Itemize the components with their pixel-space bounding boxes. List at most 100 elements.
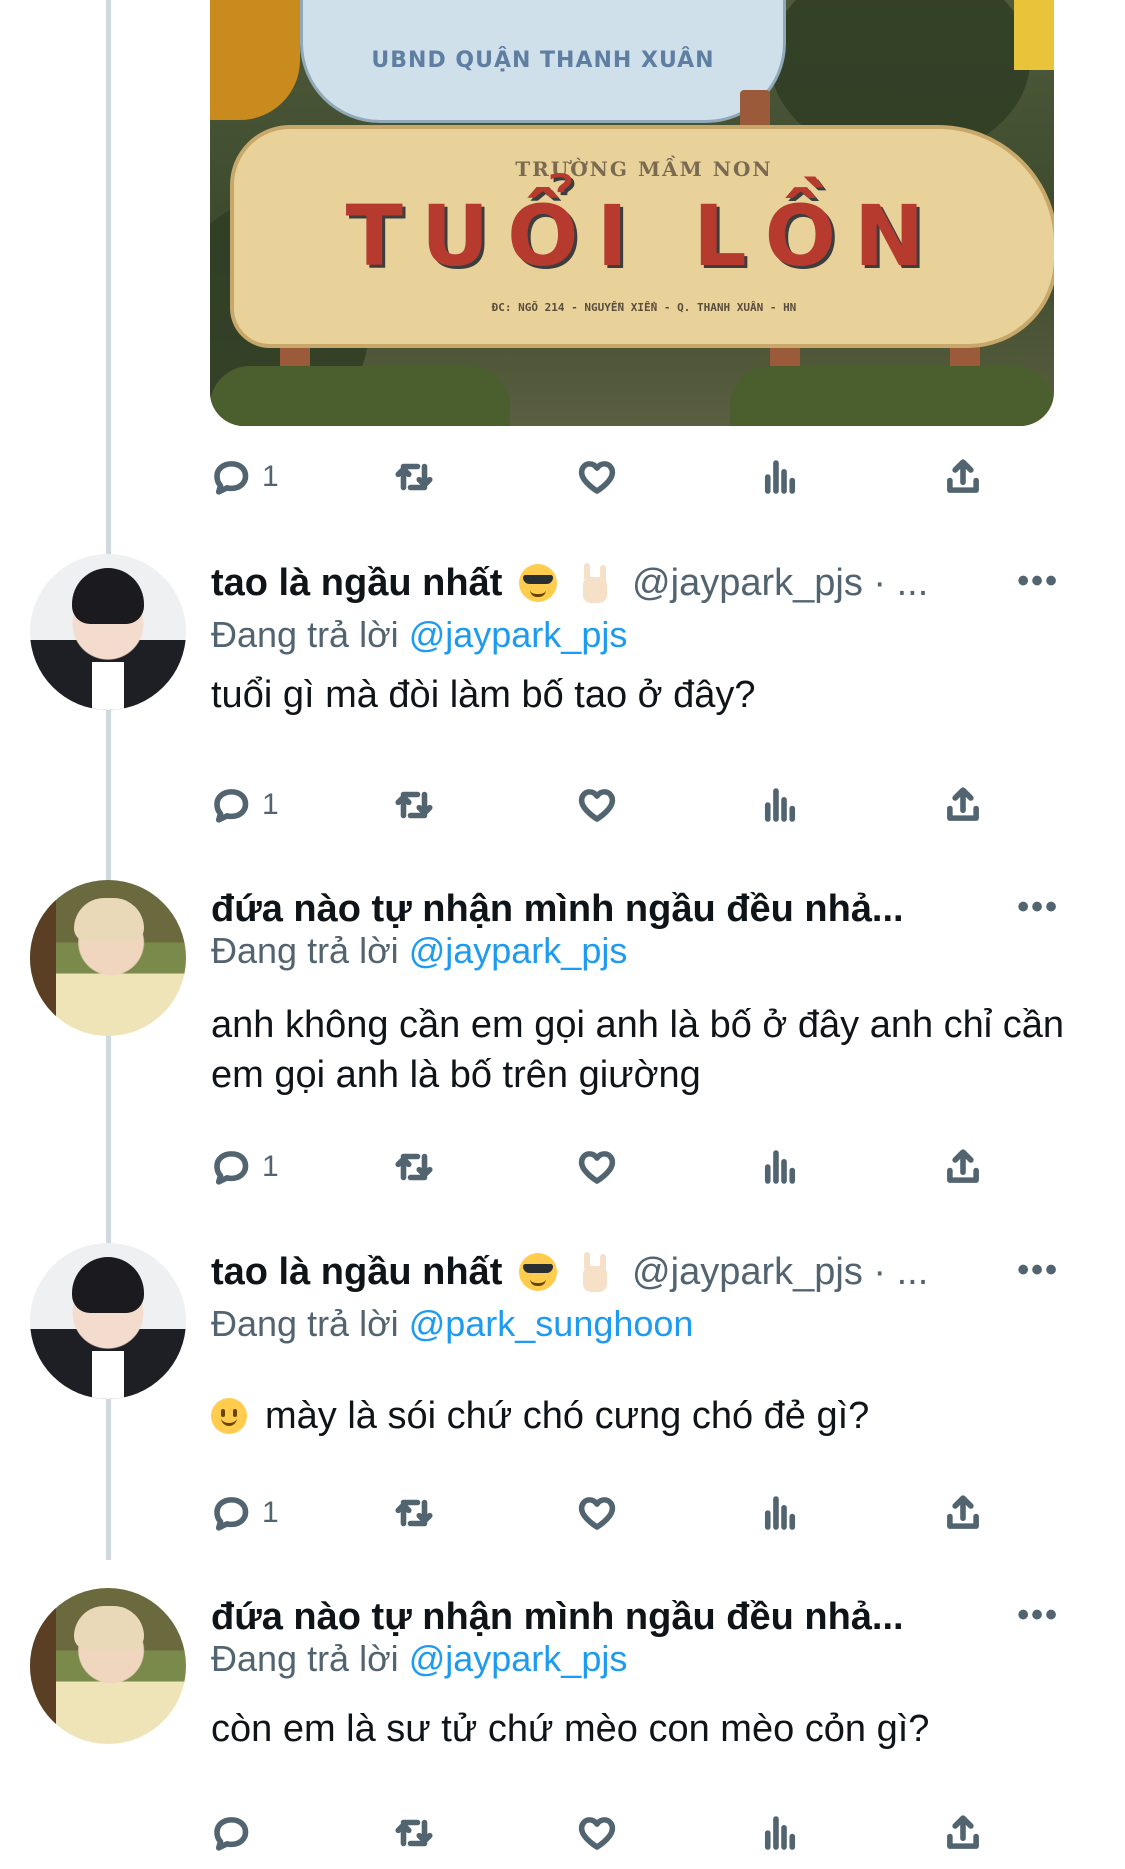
views-button[interactable] — [759, 780, 801, 830]
retweet-button[interactable] — [393, 452, 435, 502]
like-icon — [578, 1151, 616, 1184]
tweet-actions: 1 — [210, 1142, 1010, 1192]
rock-hand-emoji — [577, 1252, 611, 1292]
share-button[interactable] — [942, 1808, 984, 1858]
share-icon — [947, 1495, 979, 1529]
user-handle[interactable]: @jaypark_pjs · ... — [632, 562, 928, 604]
more-icon[interactable]: ••• — [1017, 888, 1059, 927]
reply-count: 1 — [262, 1150, 279, 1183]
reply-icon — [214, 1151, 249, 1185]
retweet-button[interactable] — [393, 1488, 435, 1538]
tweet-text: tuổi gì mà đòi làm bố tao ở đây? — [211, 674, 756, 716]
like-icon — [578, 1817, 616, 1850]
reply-count: 1 — [262, 1496, 279, 1529]
views-button[interactable] — [759, 1808, 801, 1858]
replying-to: Đang trả lời @jaypark_pjs — [211, 614, 627, 656]
views-icon — [764, 1816, 796, 1850]
share-icon — [947, 1149, 979, 1183]
tweet-text: anh không cần em gọi anh là bố ở đây anh… — [211, 1004, 1065, 1096]
user-handle[interactable]: @jaypark_pjs · ... — [632, 1251, 928, 1293]
reply-button[interactable]: 1 — [210, 452, 279, 502]
bush — [730, 366, 1054, 426]
views-icon — [764, 1150, 796, 1184]
replying-to: Đang trả lời @park_sunghoon — [211, 1303, 693, 1345]
display-name[interactable]: tao là ngầu nhất — [211, 1251, 502, 1293]
replying-label: Đang trả lời — [211, 614, 399, 655]
more-icon[interactable]: ••• — [1017, 1251, 1059, 1290]
share-button[interactable] — [942, 780, 984, 830]
like-button[interactable] — [576, 452, 618, 502]
tweet-media-image[interactable]: UBND QUẬN THANH XUÂN TRƯỜNG MẦM NON TUỔI… — [210, 0, 1054, 426]
reply-icon — [214, 461, 249, 495]
slight-smile-emoji — [211, 1398, 247, 1434]
board-address: ĐC: NGÕ 214 - NGUYỄN XIỂN - Q. THANH XUÂ… — [491, 301, 797, 314]
like-icon — [578, 789, 616, 822]
share-icon — [947, 459, 979, 493]
retweet-button[interactable] — [393, 1808, 435, 1858]
tweet-text-block: mày là sói chứ chó cưng chó đẻ gì? — [211, 1391, 1071, 1441]
tweet-header: tao là ngầu nhất @jaypark_pjs · ... ••• — [211, 562, 1095, 612]
board-subtitle: TRƯỜNG MẦM NON — [515, 157, 773, 181]
board-title: TUỔI LỒN — [345, 187, 943, 285]
display-name[interactable]: đứa nào tự nhận mình ngầu đều nhả... — [211, 888, 904, 930]
decorative-flower — [210, 0, 300, 120]
retweet-icon — [395, 791, 433, 819]
like-button[interactable] — [576, 1142, 618, 1192]
display-name[interactable]: tao là ngầu nhất — [211, 562, 502, 604]
mention-link[interactable]: @jaypark_pjs — [409, 614, 628, 655]
replying-to: Đang trả lời @jaypark_pjs — [211, 1638, 627, 1680]
reply-button[interactable]: 1 — [210, 1142, 279, 1192]
tweet-text: mày là sói chứ chó cưng chó đẻ gì? — [265, 1395, 870, 1437]
share-icon — [947, 1815, 979, 1849]
views-button[interactable] — [759, 1488, 801, 1538]
views-button[interactable] — [759, 1142, 801, 1192]
tweet-actions: 1 — [210, 1488, 1010, 1538]
replying-label: Đang trả lời — [211, 930, 399, 971]
reply-button[interactable]: 1 — [210, 780, 279, 830]
retweet-icon — [395, 1499, 433, 1527]
reply-count: 1 — [262, 788, 279, 821]
more-icon[interactable]: ••• — [1017, 562, 1059, 601]
mention-link[interactable]: @jaypark_pjs — [409, 1638, 628, 1679]
like-button[interactable] — [576, 780, 618, 830]
more-icon[interactable]: ••• — [1017, 1596, 1059, 1635]
like-icon — [578, 1497, 616, 1530]
sunglasses-emoji — [518, 564, 557, 602]
tweet-actions: 1 — [210, 780, 1010, 830]
like-button[interactable] — [576, 1808, 618, 1858]
retweet-icon — [395, 1819, 433, 1847]
reply-icon — [214, 1817, 249, 1851]
views-icon — [764, 788, 796, 822]
replying-label: Đang trả lời — [211, 1303, 399, 1344]
retweet-icon — [395, 1153, 433, 1181]
share-button[interactable] — [942, 452, 984, 502]
avatar[interactable] — [30, 1588, 186, 1744]
mention-link[interactable]: @park_sunghoon — [409, 1303, 694, 1344]
replying-label: Đang trả lời — [211, 1638, 399, 1679]
tweet-actions — [210, 1808, 1010, 1858]
sunglasses-emoji — [518, 1253, 557, 1291]
reply-button[interactable] — [210, 1808, 262, 1858]
avatar[interactable] — [30, 554, 186, 710]
avatar[interactable] — [30, 1243, 186, 1399]
retweet-button[interactable] — [393, 780, 435, 830]
retweet-icon — [395, 463, 433, 491]
reply-button[interactable]: 1 — [210, 1488, 279, 1538]
views-button[interactable] — [759, 452, 801, 502]
like-icon — [578, 461, 616, 494]
share-button[interactable] — [942, 1488, 984, 1538]
share-button[interactable] — [942, 1142, 984, 1192]
tweet-text: còn em là sư tử chứ mèo con mèo cỏn gì? — [211, 1708, 930, 1750]
views-icon — [764, 460, 796, 494]
decorative-flag — [1014, 0, 1054, 70]
avatar[interactable] — [30, 880, 186, 1036]
reply-icon — [214, 1497, 249, 1531]
retweet-button[interactable] — [393, 1142, 435, 1192]
mention-link[interactable]: @jaypark_pjs — [409, 930, 628, 971]
reply-count: 1 — [262, 460, 279, 493]
views-icon — [764, 1496, 796, 1530]
like-button[interactable] — [576, 1488, 618, 1538]
tweet-header: tao là ngầu nhất @jaypark_pjs · ... ••• — [211, 1251, 1095, 1301]
replying-to: Đang trả lời @jaypark_pjs — [211, 930, 627, 972]
display-name[interactable]: đứa nào tự nhận mình ngầu đều nhả... — [211, 1596, 904, 1638]
